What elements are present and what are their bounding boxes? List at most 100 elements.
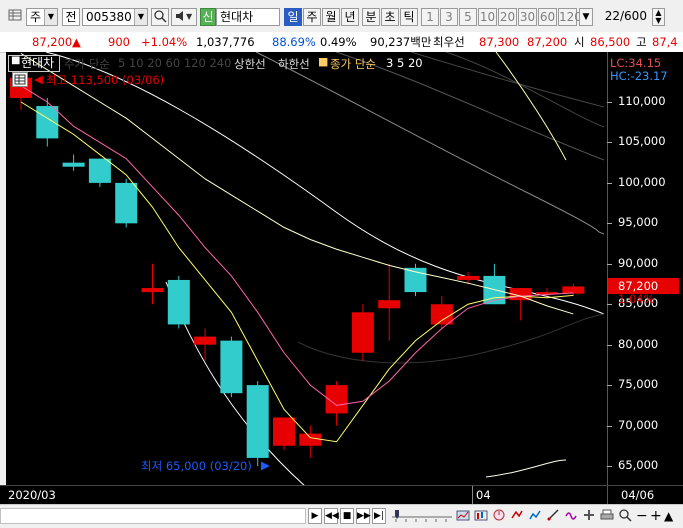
max-price-label: 최고 113,500 (03/06) [46,73,165,87]
zoom-reset-icon[interactable] [618,508,632,524]
market-select[interactable]: 주 ▼ [26,8,58,26]
y-tick-mark [607,425,612,427]
short-ma-lines [20,53,574,443]
rewind-icon[interactable]: ◀◀ [324,508,339,524]
legend-limit-up: 상한선 [234,57,266,71]
chart-table-icon[interactable] [12,72,28,87]
lower-band-line [485,459,567,478]
candle-body [351,312,374,353]
open-label: 시 [574,35,585,49]
chevron-down-icon: ▼ [44,9,57,25]
best-quote-label: 최우선 [433,35,465,49]
ma-240b-line [410,52,605,108]
stock-name-field[interactable]: 현대차 [216,8,280,26]
hc-value: HC:-23.17 [610,69,668,83]
indicator-icon[interactable] [528,508,542,524]
toolbar: 주 ▼ 전 005380 ▼ ▼ 신 현대차 일 주 월 년 분 초 틱 1 3… [0,0,683,33]
lc-value: LC:34.15 [610,56,662,70]
window: 주 ▼ 전 005380 ▼ ▼ 신 현대차 일 주 월 년 분 초 틱 1 3… [0,0,683,528]
period-month-tab[interactable]: 월 [322,8,340,26]
type-select[interactable]: 전 [62,8,80,26]
interval-30-button[interactable]: 30 [518,8,537,26]
y-tick-mark [607,223,612,225]
high-label: 고 [636,35,647,49]
scroll-right-icon[interactable]: ▶ [308,508,322,524]
navigation-bar: ▶ ◀◀ ■ ▶▶ ▶| − + ▲ [0,504,683,528]
search-icon[interactable] [151,8,169,26]
speaker-icon[interactable]: ▼ [171,8,197,26]
legend-square-icon: ■ [318,55,329,68]
tools-icon[interactable] [582,508,596,524]
x-axis-separator [607,486,608,505]
chart-type-icon[interactable] [474,508,488,524]
y-tick-mark [607,182,612,184]
y-tick-label: 110,000 [618,94,666,108]
candle-body [88,158,111,183]
grid-icon[interactable] [8,8,22,26]
period-week-tab[interactable]: 주 [303,8,321,26]
ma-20-line [20,53,574,315]
interval-120-button[interactable]: 120 [558,8,582,26]
interval-dropdown-icon[interactable]: ▼ [579,8,593,26]
print-icon[interactable] [600,508,614,524]
interval-3-button[interactable]: 3 [440,8,458,26]
long-ma-lines [45,52,605,488]
chart-canvas[interactable] [6,52,683,504]
interval-10-button[interactable]: 10 [478,8,497,26]
candle-body [299,433,322,446]
interval-60-button[interactable]: 60 [538,8,557,26]
period-second-tab[interactable]: 초 [381,8,399,26]
period-day-tab[interactable]: 일 [284,8,302,26]
fast-forward-icon[interactable]: ▶▶ [356,508,371,524]
stop-icon[interactable]: ■ [340,508,354,524]
volume: 1,037,776 [196,35,255,49]
scroll-up-icon[interactable]: ▲ [664,508,673,524]
legend-ma-periods: 5 10 20 60 120 240 [118,56,232,70]
legend-close-ma-periods: 3 5 20 [386,56,423,70]
count-input[interactable]: 22 [600,8,620,26]
y-tick-mark [607,263,612,265]
candle-body [378,300,401,309]
legend-marker-icon: ■ [11,55,21,66]
zoom-out-icon[interactable]: − [636,508,648,524]
pattern-icon[interactable] [564,508,578,524]
price-change: 900 [108,35,130,49]
horizontal-scrollbar[interactable] [0,508,306,524]
x-mid-label: 04 [476,488,491,502]
legend-name: 현대차 [21,56,55,70]
legend-name-box[interactable]: ■ 현대차 [8,55,60,72]
x-start-label: 2020/03 [8,488,56,502]
y-tick-label: 105,000 [618,134,666,149]
period-year-tab[interactable]: 년 [341,8,359,26]
candlesticks [10,73,585,466]
legend-ma-label: 주가 단순 [64,57,110,71]
candle-body [562,286,585,294]
count-stepper[interactable]: ▲ ▼ [652,8,665,26]
candle-body [167,279,190,325]
svg-text:▼: ▼ [186,12,193,21]
candle-body [115,182,138,224]
y-tick-label: 95,000 [618,215,659,230]
scroll-end-icon[interactable]: ▶| [372,508,386,524]
code-input-value: 005380 [86,10,132,24]
trade-amount: 90,237백만 [370,35,432,49]
zoom-in-icon[interactable]: + [650,508,662,524]
zoom-slider[interactable] [390,508,454,524]
price-chart[interactable]: ■ 현대차 주가 단순 5 10 20 60 120 240 상한선 하한선 ■… [6,52,683,504]
period-tick-tab[interactable]: 틱 [400,8,418,26]
draw-tool-icon[interactable] [546,508,560,524]
interval-20-button[interactable]: 20 [498,8,517,26]
compare-icon[interactable] [510,508,524,524]
candle-body [141,288,164,293]
ask-price: 87,300 [479,35,520,49]
x-end-label: 04/06 [621,488,655,502]
period-minute-tab[interactable]: 분 [362,8,380,26]
interval-1-button[interactable]: 1 [421,8,439,26]
analysis-icon[interactable] [492,508,506,524]
code-input[interactable]: 005380 ▼ [82,8,148,26]
y-tick-mark [607,304,612,306]
chart-settings-icon[interactable] [456,508,470,524]
interval-5-button[interactable]: 5 [459,8,477,26]
count-total: /600 [620,9,647,23]
upper-band-line [495,52,567,161]
